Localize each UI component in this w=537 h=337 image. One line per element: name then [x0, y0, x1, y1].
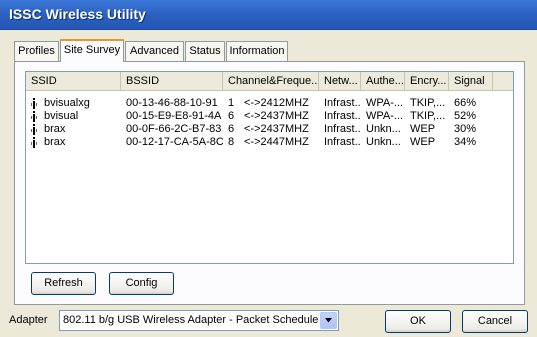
tab-profiles[interactable]: Profiles — [14, 41, 59, 61]
adapter-label: Adapter — [9, 314, 48, 326]
column-header-bssid[interactable]: BSSID — [121, 72, 223, 91]
wireless-signal-icon — [31, 98, 37, 109]
cell-channel: 6 — [228, 123, 235, 135]
cell-ssid: brax — [44, 136, 66, 148]
wireless-signal-icon — [31, 111, 37, 122]
cell-bssid: 00-0F-66-2C-B7-83 — [126, 123, 222, 135]
config-button[interactable]: Config — [109, 272, 174, 295]
cell-auth: WPA-... — [366, 110, 404, 122]
cell-signal: 66% — [454, 97, 477, 109]
table-row[interactable]: bvisualxg 00-13-46-88-10-91 1 <->2412MHZ… — [26, 97, 513, 110]
cell-encryption: WEP — [410, 123, 436, 135]
column-header-signal[interactable]: Signal — [449, 72, 493, 91]
cell-frequency: <->2447MHZ — [244, 136, 309, 148]
title-bar[interactable]: ISSC Wireless Utility — [0, 0, 537, 30]
cell-signal: 34% — [454, 136, 477, 148]
tab-advanced[interactable]: Advanced — [125, 41, 184, 61]
cell-network: Infrast... — [324, 136, 361, 148]
wireless-signal-icon — [31, 124, 37, 135]
cell-signal: 52% — [454, 110, 477, 122]
site-survey-panel: SSID BSSID Channel&Freque... Netw... Aut… — [14, 61, 525, 305]
tab-information[interactable]: Information — [226, 41, 288, 61]
cell-frequency: <->2437MHZ — [244, 110, 309, 122]
cell-ssid: bvisual — [44, 110, 79, 122]
cell-encryption: WEP — [410, 136, 436, 148]
tab-label: Profiles — [18, 45, 55, 57]
network-list[interactable]: SSID BSSID Channel&Freque... Netw... Aut… — [25, 71, 514, 264]
chevron-down-icon[interactable] — [320, 312, 337, 329]
cell-frequency: <->2437MHZ — [244, 123, 309, 135]
cell-ssid: bvisualxg — [44, 97, 90, 109]
table-row[interactable]: brax 00-12-17-CA-5A-8C 8 <->2447MHZ Infr… — [26, 136, 513, 149]
cell-signal: 30% — [454, 123, 477, 135]
tab-status[interactable]: Status — [185, 41, 225, 61]
cell-encryption: TKIP,... — [410, 110, 446, 122]
cell-network: Infrast... — [324, 110, 361, 122]
wireless-signal-icon — [31, 137, 37, 148]
cell-network: Infrast... — [324, 123, 361, 135]
column-header-auth[interactable]: Authe... — [361, 72, 405, 91]
cell-bssid: 00-12-17-CA-5A-8C — [126, 136, 223, 148]
ok-button[interactable]: OK — [385, 310, 451, 333]
column-header-channel[interactable]: Channel&Freque... — [223, 72, 319, 91]
cell-ssid: brax — [44, 123, 66, 135]
tab-label: Information — [229, 45, 285, 57]
list-header: SSID BSSID Channel&Freque... Netw... Aut… — [26, 72, 513, 91]
cell-bssid: 00-13-46-88-10-91 — [126, 97, 218, 109]
cancel-button[interactable]: Cancel — [462, 310, 528, 333]
adapter-select[interactable]: 802.11 b/g USB Wireless Adapter - Packet… — [59, 310, 339, 331]
tab-label: Advanced — [130, 45, 179, 57]
cell-channel: 8 — [228, 136, 235, 148]
cell-auth: Unkn... — [366, 136, 401, 148]
cell-network: Infrast... — [324, 97, 361, 109]
tab-site-survey[interactable]: Site Survey — [60, 39, 124, 62]
tab-label: Site Survey — [63, 44, 121, 56]
column-header-ssid[interactable]: SSID — [26, 72, 121, 91]
tab-label: Status — [189, 45, 221, 57]
table-row[interactable]: brax 00-0F-66-2C-B7-83 6 <->2437MHZ Infr… — [26, 123, 513, 136]
cell-encryption: TKIP,... — [410, 97, 446, 109]
column-header-network[interactable]: Netw... — [319, 72, 361, 91]
cell-bssid: 00-15-E9-E8-91-4A — [126, 110, 222, 122]
cell-channel: 1 — [228, 97, 235, 109]
cell-frequency: <->2412MHZ — [244, 97, 309, 109]
column-header-encryption[interactable]: Encry... — [405, 72, 449, 91]
refresh-button[interactable]: Refresh — [31, 272, 96, 295]
cell-auth: Unkn... — [366, 123, 401, 135]
window-title: ISSC Wireless Utility — [9, 6, 146, 22]
app-window: ISSC Wireless Utility Profiles Site Surv… — [0, 0, 537, 337]
adapter-select-value: 802.11 b/g USB Wireless Adapter - Packet… — [63, 314, 318, 326]
table-row[interactable]: bvisual 00-15-E9-E8-91-4A 6 <->2437MHZ I… — [26, 110, 513, 123]
cell-auth: WPA-... — [366, 97, 404, 109]
cell-channel: 6 — [228, 110, 235, 122]
